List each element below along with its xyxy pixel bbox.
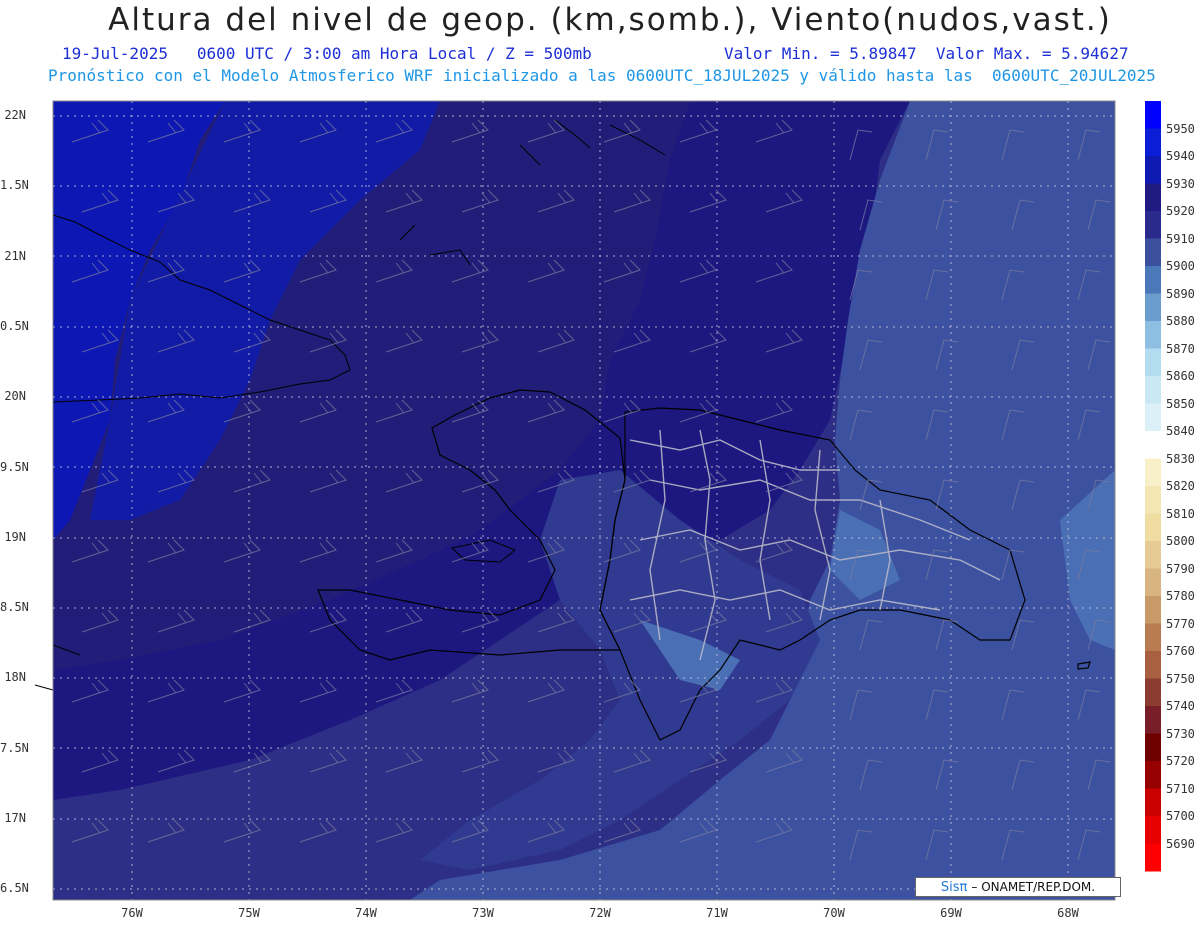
colorbar-label: 5740 [1166,699,1195,713]
colorbar-label: 5710 [1166,781,1195,796]
colorbar-swatch [1145,761,1161,789]
colorbar-label: 5760 [1166,644,1195,658]
colorbar-label: 5810 [1166,506,1195,521]
colorbar-swatch [1145,403,1161,432]
latitude-label: 9.5N [0,459,29,474]
colorbar-label: 5910 [1166,231,1195,246]
colorbar-swatch [1145,678,1161,707]
colorbar-label: 5880 [1166,314,1195,328]
colorbar-label: 5820 [1166,479,1195,493]
colorbar-label: 5860 [1166,369,1195,383]
longitude-label: 76W [121,906,143,920]
colorbar-swatch [1145,376,1161,404]
colorbar-label: 5850 [1166,396,1195,411]
colorbar-swatch [1145,788,1161,817]
colorbar-swatch [1145,348,1161,377]
colorbar-swatch [1145,816,1161,844]
colorbar-label: 5870 [1166,341,1195,356]
colorbar-swatch [1145,156,1161,184]
colorbar-swatch [1145,706,1161,734]
colorbar-label: 5730 [1166,726,1195,741]
colorbar-swatch [1145,238,1161,267]
longitude-label: 74W [355,906,377,920]
colorbar-swatch [1145,568,1161,597]
credit-text: – ONAMET/REP.DOM. [971,880,1096,894]
colorbar [1145,101,1161,872]
colorbar-swatch [1145,128,1161,157]
colorbar-label: 5780 [1166,589,1195,603]
colorbar-label: 5690 [1166,836,1195,851]
latitude-label: 20N [4,389,26,404]
colorbar-swatch [1145,101,1161,129]
colorbar-label: 5750 [1166,671,1195,686]
colorbar-label: 5940 [1166,149,1195,163]
colorbar-swatch [1145,596,1161,624]
colorbar-swatch [1145,321,1161,349]
latitude-label: 19N [4,529,26,544]
latitude-label: 1.5N [0,178,29,193]
colorbar-swatch [1145,733,1161,762]
sispi-logo: Sisπ [940,879,968,895]
longitude-label: 69W [940,906,962,920]
colorbar-swatch [1145,183,1161,212]
colorbar-swatch [1145,843,1161,872]
colorbar-label: 5840 [1166,424,1195,438]
latitude-label: 6.5N [0,881,29,896]
latitude-label: 21N [4,248,26,263]
colorbar-swatch [1145,513,1161,542]
longitude-label: 75W [238,906,260,920]
colorbar-label: 5890 [1166,286,1195,301]
latitude-label: 18N [4,670,26,685]
latitude-label: 8.5N [0,600,29,615]
colorbar-swatch [1145,431,1161,459]
colorbar-label: 5720 [1166,754,1195,768]
latitude-label: 0.5N [0,318,29,333]
colorbar-label: 5920 [1166,204,1195,218]
colorbar-swatch [1145,266,1161,294]
colorbar-swatch [1145,651,1161,679]
longitude-label: 72W [589,906,611,920]
colorbar-swatch [1145,211,1161,239]
colorbar-swatch [1145,293,1161,322]
colorbar-label: 5930 [1166,176,1195,191]
colorbar-swatch [1145,458,1161,487]
colorbar-label: 5770 [1166,616,1195,631]
forecast-map [34,100,1161,901]
latitude-label: 7.5N [0,740,29,755]
colorbar-label: 5790 [1166,561,1195,576]
colorbar-swatch [1145,486,1161,514]
credit-box: Sisπ – ONAMET/REP.DOM. [915,877,1121,897]
longitude-label: 71W [706,906,728,920]
longitude-label: 70W [823,906,845,920]
colorbar-swatch [1145,623,1161,652]
latitude-label: 17N [4,811,26,825]
colorbar-label: 5700 [1166,809,1195,823]
colorbar-label: 5800 [1166,534,1195,548]
longitude-label: 68W [1057,906,1079,920]
longitude-label: 73W [472,906,494,920]
colorbar-swatch [1145,541,1161,569]
colorbar-label: 5900 [1166,259,1195,273]
colorbar-label: 5950 [1166,121,1195,136]
latitude-label: 22N [4,108,26,122]
colorbar-label: 5830 [1166,451,1195,466]
